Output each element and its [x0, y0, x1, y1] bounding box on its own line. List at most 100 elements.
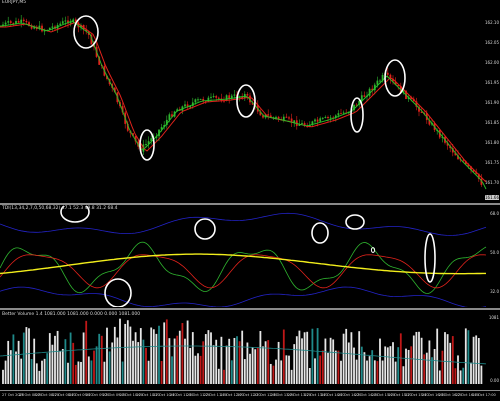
volume-bar: [433, 348, 436, 384]
volume-bar: [186, 320, 189, 384]
volume-pane[interactable]: Better Volume 1.4 1081.000 1081.000 0.00…: [0, 312, 500, 388]
volume-bar: [30, 359, 33, 384]
annotation-circle: [104, 278, 132, 307]
volume-bar: [431, 357, 433, 384]
market-base-line: [0, 253, 486, 275]
candle-body: [145, 143, 147, 145]
oscillator-canvas[interactable]: [0, 206, 500, 307]
price-axis-tick: 162.10: [485, 20, 499, 25]
volume-bar: [470, 362, 472, 384]
volume-bar: [373, 360, 376, 384]
annotation-circle: [424, 233, 436, 283]
volume-bar: [35, 363, 38, 384]
volume-bar: [43, 358, 46, 384]
volume-bar: [22, 332, 25, 384]
candle-body: [233, 94, 236, 96]
pane-separator[interactable]: [0, 203, 500, 205]
volume-bar: [197, 353, 199, 384]
volume-bar: [77, 361, 80, 384]
candle-body: [314, 119, 316, 122]
volume-bar: [176, 335, 179, 384]
candle-body: [267, 114, 270, 116]
volume-bar: [189, 347, 192, 384]
volume-bar: [350, 332, 353, 384]
volume-bar: [2, 369, 4, 384]
volume-bar: [412, 335, 415, 384]
volume-bar: [425, 352, 428, 384]
volume-bar: [38, 370, 41, 384]
price-axis-tick: 161.95: [485, 80, 499, 85]
trade-signal-line: [0, 254, 487, 289]
volume-bar: [399, 333, 402, 384]
volume-bar: [207, 330, 210, 384]
volume-bar: [103, 361, 106, 384]
candle-body: [321, 117, 324, 119]
volume-bar: [314, 358, 316, 384]
oscillator-axis-tick: 32.0: [490, 289, 499, 294]
volume-bar: [28, 328, 30, 384]
candle-body: [217, 97, 220, 99]
oscillator-pane[interactable]: TDI(13,34,2,7,0,50,68,32) 47.1 52.3 49.8…: [0, 206, 500, 307]
current-price-marker: 161.66: [485, 195, 499, 200]
volume-bar: [324, 338, 327, 384]
volume-bar: [319, 355, 322, 384]
volume-bar: [93, 350, 95, 384]
volume-bar: [236, 336, 238, 384]
volume-bar: [124, 323, 127, 384]
candle-body: [215, 96, 218, 98]
volume-bar: [340, 360, 342, 384]
volume-axis-tick: 1081: [488, 315, 499, 320]
candle-body: [363, 95, 366, 97]
volume-bar: [12, 334, 15, 384]
volume-bar: [293, 344, 296, 384]
candle-body: [282, 116, 285, 121]
price-chart-canvas[interactable]: [0, 0, 500, 203]
volume-canvas[interactable]: [0, 312, 500, 388]
volume-bar: [262, 346, 264, 384]
volume-bar: [353, 347, 355, 384]
volume-bar: [288, 355, 290, 384]
volume-bar: [308, 368, 311, 384]
volume-bar: [441, 350, 444, 384]
volume-bar: [80, 361, 82, 384]
volume-bar: [366, 360, 368, 384]
candle-body: [337, 113, 340, 116]
volume-bar: [254, 349, 257, 384]
volume-bar: [100, 335, 103, 384]
volume-bar: [168, 338, 171, 384]
candle-body: [197, 99, 199, 101]
volume-bar: [332, 339, 335, 384]
candle-body: [342, 112, 345, 114]
volume-bar: [152, 329, 155, 384]
volume-bar: [74, 364, 77, 384]
volume-bar: [480, 365, 483, 384]
volume-bar: [290, 369, 293, 384]
volume-bar: [184, 338, 186, 384]
annotation-circle: [345, 214, 365, 230]
price-chart-pane[interactable]: EURJPY,M5 162.10 162.05 162.00 161.95 161.90…: [0, 0, 500, 203]
volume-bar: [457, 355, 459, 384]
volume-bar: [129, 326, 132, 384]
pane-separator[interactable]: [0, 308, 500, 310]
volume-bar: [363, 352, 366, 384]
volume-bar: [475, 335, 478, 384]
volume-bar: [217, 368, 220, 384]
volume-bar: [173, 338, 176, 384]
volume-bar: [150, 327, 153, 384]
rsi-price-line: [0, 241, 487, 294]
volume-bar: [223, 369, 225, 384]
candle-body: [17, 21, 20, 23]
volume-bar: [243, 359, 246, 384]
volume-bar: [106, 327, 108, 384]
candle-body: [20, 19, 23, 23]
volume-bar: [272, 365, 275, 384]
volume-bar: [194, 355, 197, 384]
volume-bar: [438, 370, 441, 384]
candle-body: [319, 118, 322, 122]
volume-bar: [472, 336, 475, 384]
candle-body: [7, 21, 10, 23]
volume-bar: [126, 320, 129, 384]
volume-bar: [7, 340, 10, 384]
volume-bar: [345, 328, 348, 384]
volume-bar: [418, 331, 420, 384]
